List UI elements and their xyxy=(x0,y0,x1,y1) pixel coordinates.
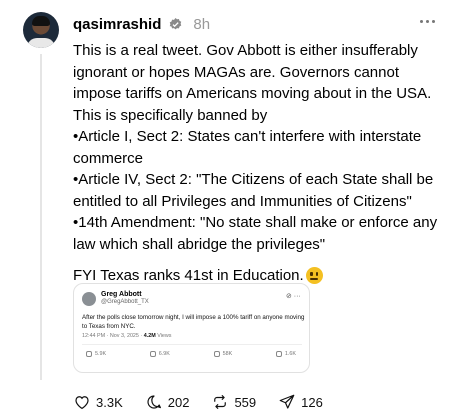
reply-icon xyxy=(147,395,161,409)
embedded-stats: 5.9K 6.9K 58K 1.6K xyxy=(86,351,296,357)
reply-icon xyxy=(86,351,92,357)
action-bar: 3.3K 202 559 126 xyxy=(73,392,345,412)
repost-icon xyxy=(214,395,227,409)
post-time: 8h xyxy=(193,15,211,33)
embedded-meta-time: 12:44 PM · Nov 3, 2025 · xyxy=(82,333,143,339)
repost-icon xyxy=(149,351,156,357)
embedded-text: After the polls close tomorrow night, I … xyxy=(82,314,305,330)
heart-icon xyxy=(75,396,89,410)
repost-button[interactable]: 559 xyxy=(211,393,256,411)
post-paragraph: This is a real tweet. Gov Abbott is eith… xyxy=(73,42,432,124)
post-paragraph: •Article I, Sect 2: States can't interfe… xyxy=(73,128,422,167)
avatar[interactable] xyxy=(23,12,59,48)
embedded-stat-bookmarks: 1.6K xyxy=(275,351,296,357)
post-paragraph: •Article IV, Sect 2: "The Citizens of ea… xyxy=(73,171,434,210)
username[interactable]: qasimrashid xyxy=(73,16,161,33)
neutral-face-emoji-icon xyxy=(305,267,323,285)
share-button[interactable]: 126 xyxy=(278,393,323,411)
embedded-meta: 12:44 PM · Nov 3, 2025 · 4.2M Views xyxy=(82,333,172,339)
send-icon xyxy=(279,394,295,409)
like-count: 3.3K xyxy=(96,394,123,410)
avatar-shirt xyxy=(27,38,55,48)
embedded-header-icons: ⊘ ··· xyxy=(286,293,301,300)
reply-count: 202 xyxy=(167,394,190,410)
reply-button[interactable]: 202 xyxy=(145,393,190,411)
heart-icon xyxy=(213,351,220,357)
embedded-stat-reposts: 6.9K xyxy=(149,351,170,357)
embedded-name: Greg Abbott xyxy=(101,291,142,298)
embedded-stat-likes: 58K xyxy=(213,351,232,357)
post-body: This is a real tweet. Gov Abbott is eith… xyxy=(73,40,448,287)
more-options-icon[interactable] xyxy=(420,14,440,28)
post-paragraph: •14th Amendment: "No state shall make or… xyxy=(73,214,438,253)
verified-badge-icon xyxy=(170,17,182,29)
like-button[interactable]: 3.3K xyxy=(73,393,123,411)
embedded-tweet-image[interactable]: Greg Abbott @GregAbbott_TX ⊘ ··· After t… xyxy=(73,283,310,373)
embedded-handle: @GregAbbott_TX xyxy=(101,299,149,305)
embedded-avatar xyxy=(82,292,96,306)
bookmark-icon xyxy=(275,351,282,357)
post-header: qasimrashid 8h xyxy=(73,14,210,34)
repost-count: 559 xyxy=(234,394,257,410)
embedded-divider xyxy=(82,344,302,345)
embedded-meta-views: 4.2M xyxy=(143,333,156,339)
embedded-stat-replies: 5.9K xyxy=(86,351,106,357)
thread-line xyxy=(40,54,42,380)
avatar-hair xyxy=(32,16,50,26)
embedded-meta-views-label: Views xyxy=(157,333,172,339)
share-count: 126 xyxy=(301,394,323,410)
